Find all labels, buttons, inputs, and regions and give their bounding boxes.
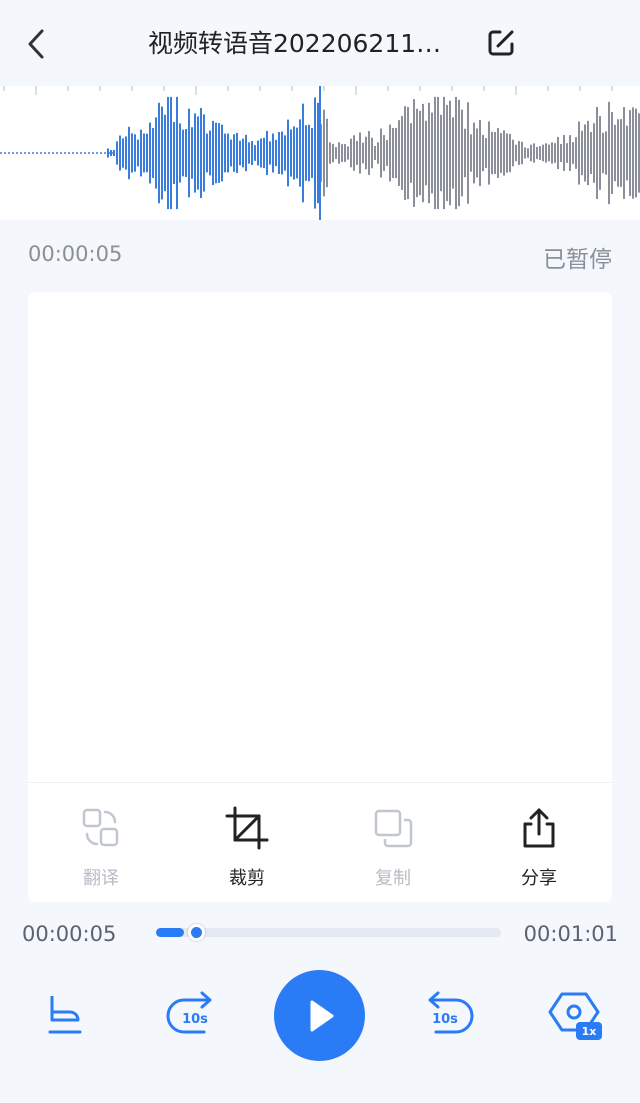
back-button[interactable] xyxy=(18,24,54,64)
mark-button[interactable] xyxy=(40,990,88,1038)
elapsed-time: 00:00:05 xyxy=(22,922,117,946)
forward-10s-label: 10s xyxy=(432,1012,458,1027)
speed-label: 1x xyxy=(582,1025,597,1038)
speed-icon: 1x xyxy=(548,992,602,1040)
translate-button[interactable]: 翻译 xyxy=(46,792,156,892)
share-label: 分享 xyxy=(521,868,557,889)
rewind-10s-label: 10s xyxy=(182,1012,208,1027)
chevron-left-icon xyxy=(28,29,44,59)
playback-info-row: 00:00:05 已暂停 xyxy=(0,236,640,276)
copy-button[interactable]: 复制 xyxy=(338,792,448,892)
edit-icon xyxy=(488,30,514,56)
play-icon xyxy=(310,1000,333,1031)
share-button[interactable]: 分享 xyxy=(484,792,594,892)
playback-speed-button[interactable]: 1x xyxy=(544,988,608,1044)
playback-status: 已暂停 xyxy=(543,247,612,273)
copy-icon xyxy=(374,809,413,848)
translate-icon xyxy=(82,808,119,847)
progress-thumb[interactable] xyxy=(188,924,206,941)
divider xyxy=(28,782,612,783)
action-toolbar: 翻译 裁剪 复制 分享 xyxy=(28,792,612,892)
translate-label: 翻译 xyxy=(83,868,119,889)
total-time: 00:01:01 xyxy=(523,922,618,946)
forward-10s-button[interactable]: 10s xyxy=(420,990,476,1040)
edit-title-button[interactable] xyxy=(482,24,520,62)
page-title: 视频转语音202206211… xyxy=(148,29,442,58)
current-time: 00:00:05 xyxy=(28,242,123,266)
crop-icon xyxy=(225,806,269,850)
transcript-card: 翻译 裁剪 复制 分享 xyxy=(28,292,612,902)
rewind-10s-icon: 10s xyxy=(166,991,212,1034)
waveform-graphic xyxy=(0,86,640,220)
share-icon xyxy=(523,808,555,848)
audio-waveform[interactable] xyxy=(0,86,640,220)
play-button[interactable] xyxy=(274,970,365,1061)
forward-10s-icon: 10s xyxy=(428,991,474,1034)
top-bar: 视频转语音202206211… xyxy=(0,0,640,86)
flag-marker-icon xyxy=(48,996,82,1034)
progress-row: 00:00:05 00:01:01 xyxy=(0,914,640,954)
progress-track[interactable] xyxy=(156,924,501,941)
transcript-content[interactable] xyxy=(28,292,612,782)
playback-controls: 10s 10s 1x xyxy=(0,968,640,1068)
crop-button[interactable]: 裁剪 xyxy=(192,792,302,892)
crop-label: 裁剪 xyxy=(229,868,265,889)
rewind-10s-button[interactable]: 10s xyxy=(164,990,220,1040)
progress-fill xyxy=(156,928,185,937)
copy-label: 复制 xyxy=(375,868,411,889)
